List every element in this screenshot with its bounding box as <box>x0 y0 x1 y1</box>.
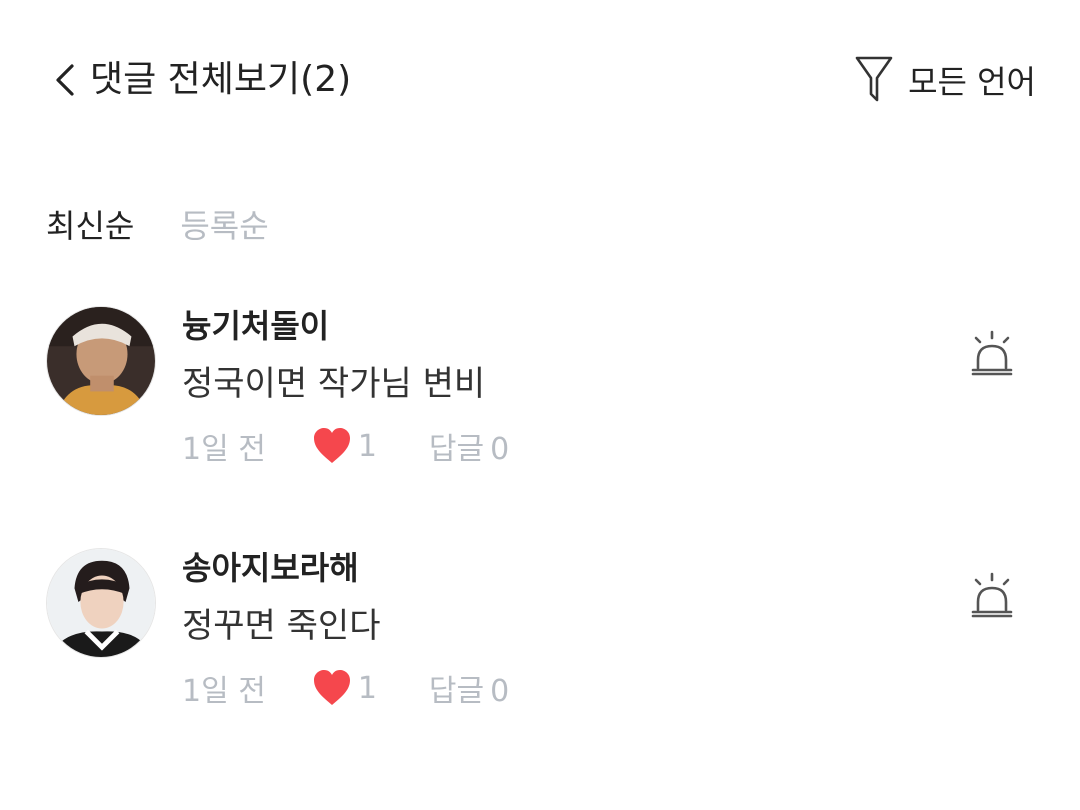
like-count: 1 <box>357 670 377 706</box>
comment-meta: 1일 전 1 답글 0 <box>182 666 509 710</box>
comment-time: 1일 전 <box>182 432 266 467</box>
funnel-icon <box>855 56 893 102</box>
comments-page: 댓글 전체보기(2) 모든 언어 최신순 등록순 늉기처돌이 정국이면 작가님 … <box>0 0 1080 810</box>
avatar-image <box>47 307 155 415</box>
avatar[interactable] <box>46 306 156 416</box>
sort-tab-latest[interactable]: 최신순 <box>46 204 134 248</box>
chevron-left-icon <box>56 64 74 96</box>
comment-text: 정국이면 작가님 변비 <box>182 364 486 404</box>
reply-label: 답글 <box>428 432 485 467</box>
avatar[interactable] <box>46 548 156 658</box>
report-button[interactable] <box>970 572 1014 620</box>
like-button[interactable]: 1 <box>312 669 377 707</box>
siren-icon <box>971 572 1013 618</box>
comment-meta: 1일 전 1 답글 0 <box>182 424 509 468</box>
avatar-image <box>47 549 155 657</box>
comment-item: 늉기처돌이 정국이면 작가님 변비 1일 전 1 답글 0 <box>0 306 1080 506</box>
reply-label: 답글 <box>428 674 485 709</box>
reply-button[interactable]: 답글 0 <box>429 424 509 468</box>
sort-tab-registered[interactable]: 등록순 <box>180 204 268 248</box>
siren-icon <box>971 330 1013 376</box>
heart-icon <box>313 670 350 705</box>
language-filter-button[interactable]: 모든 언어 <box>854 54 1036 106</box>
comment-author[interactable]: 송아지보라해 <box>182 548 359 588</box>
reply-button[interactable]: 답글 0 <box>429 666 509 710</box>
like-count: 1 <box>357 428 377 464</box>
back-button[interactable] <box>50 60 82 100</box>
reply-count: 0 <box>490 674 510 709</box>
reply-count: 0 <box>490 432 510 467</box>
page-title: 댓글 전체보기(2) <box>90 59 352 100</box>
like-button[interactable]: 1 <box>312 427 377 465</box>
comment-time: 1일 전 <box>182 674 266 709</box>
heart-icon <box>313 428 350 463</box>
comment-text: 정꾸면 죽인다 <box>182 606 381 646</box>
comment-author[interactable]: 늉기처돌이 <box>182 306 329 346</box>
sort-tabs: 최신순 등록순 <box>46 204 269 248</box>
comment-item: 송아지보라해 정꾸면 죽인다 1일 전 1 답글 0 <box>0 548 1080 748</box>
language-filter-label: 모든 언어 <box>908 63 1036 101</box>
report-button[interactable] <box>970 330 1014 378</box>
